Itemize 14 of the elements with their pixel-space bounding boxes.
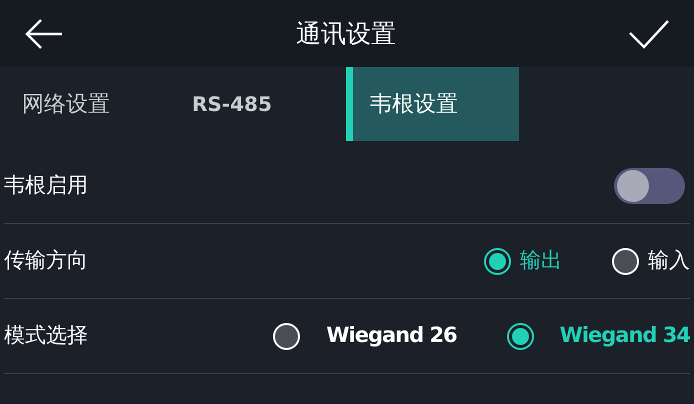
tab[interactable]: 网络设置 — [0, 67, 170, 141]
tab[interactable]: 韦根设置 — [346, 67, 519, 141]
toggle-switch[interactable] — [614, 168, 685, 204]
setting-label: 韦根启用 — [4, 172, 88, 200]
setting-label: 传输方向 — [4, 247, 88, 274]
radio-option[interactable]: 输出 — [484, 245, 562, 277]
page-title: 通讯设置 — [296, 18, 396, 50]
back-arrow-icon[interactable] — [24, 18, 64, 50]
confirm-check-icon[interactable] — [628, 18, 670, 50]
radio-option[interactable]: Wiegand 34 — [506, 320, 690, 352]
radio-option[interactable]: Wiegand 26 — [273, 320, 457, 352]
radio-option[interactable]: 输入 — [612, 245, 690, 277]
setting-label: 模式选择 — [4, 322, 88, 350]
tab[interactable]: RS-485 — [170, 67, 346, 141]
